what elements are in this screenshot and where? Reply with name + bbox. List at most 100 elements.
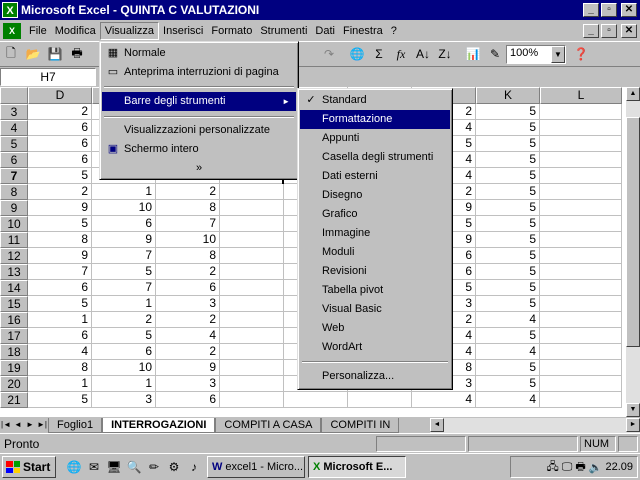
cell-d[interactable]: 6 — [28, 152, 92, 168]
cell-g[interactable] — [220, 360, 284, 376]
cell-l[interactable] — [540, 104, 622, 120]
cell-f[interactable]: 3 — [156, 296, 220, 312]
cell-k[interactable]: 5 — [476, 200, 540, 216]
drawing-icon[interactable]: ✎ — [484, 44, 506, 64]
cell-k[interactable]: 5 — [476, 136, 540, 152]
cell-g[interactable] — [220, 184, 284, 200]
row-header[interactable]: 19 — [0, 360, 28, 376]
row-header[interactable]: 9 — [0, 200, 28, 216]
cell-j[interactable]: 4 — [412, 392, 476, 408]
horizontal-scrollbar[interactable]: ◄ ► — [430, 417, 640, 433]
cell-k[interactable]: 5 — [476, 232, 540, 248]
cell-d[interactable]: 8 — [28, 232, 92, 248]
cell-k[interactable]: 4 — [476, 312, 540, 328]
doc-restore-button[interactable]: ▫ — [601, 23, 617, 38]
task-word-document[interactable]: Wexcel1 - Micro... — [207, 456, 305, 478]
submenu-item-web[interactable]: Web — [300, 319, 450, 338]
cell-d[interactable]: 4 — [28, 344, 92, 360]
cell-l[interactable] — [540, 200, 622, 216]
cell-l[interactable] — [540, 264, 622, 280]
cell-k[interactable]: 5 — [476, 104, 540, 120]
chart-wizard-icon[interactable]: 📊 — [462, 44, 484, 64]
cell-k[interactable]: 5 — [476, 120, 540, 136]
cell-d[interactable]: 6 — [28, 280, 92, 296]
menu-modifica[interactable]: Modifica — [51, 23, 100, 39]
row-header[interactable]: 11 — [0, 232, 28, 248]
cell-d[interactable]: 2 — [28, 104, 92, 120]
task-microsoft-excel[interactable]: X Microsoft E... — [308, 456, 406, 478]
submenu-item-tabella-pivot[interactable]: Tabella pivot — [300, 281, 450, 300]
menu-dati[interactable]: Dati — [311, 23, 339, 39]
col-header-d[interactable]: D — [28, 87, 92, 104]
row-header[interactable]: 4 — [0, 120, 28, 136]
cell-d[interactable]: 9 — [28, 200, 92, 216]
network-icon[interactable]: 🖧 — [547, 458, 559, 477]
cell-i[interactable] — [348, 392, 412, 408]
submenu-item-revisioni[interactable]: Revisioni — [300, 262, 450, 281]
cell-d[interactable]: 5 — [28, 392, 92, 408]
cell-g[interactable] — [220, 200, 284, 216]
scroll-left-icon[interactable]: ◄ — [430, 417, 444, 432]
row-header[interactable]: 10 — [0, 216, 28, 232]
cell-g[interactable] — [220, 312, 284, 328]
select-all-corner[interactable] — [0, 87, 28, 104]
autosum-icon[interactable]: Σ — [368, 44, 390, 64]
cell-k[interactable]: 4 — [476, 392, 540, 408]
cell-g[interactable] — [220, 216, 284, 232]
cell-l[interactable] — [540, 120, 622, 136]
scroll-up-icon[interactable]: ▲ — [626, 87, 640, 101]
vertical-scrollbar[interactable]: ▲ ▼ — [626, 87, 640, 417]
cell-d[interactable]: 1 — [28, 376, 92, 392]
col-header-l[interactable]: L — [540, 87, 622, 104]
cell-f[interactable]: 10 — [156, 232, 220, 248]
menu-finestra[interactable]: Finestra — [339, 23, 387, 39]
menu-file[interactable]: File — [25, 23, 51, 39]
row-header[interactable]: 16 — [0, 312, 28, 328]
cell-l[interactable] — [540, 344, 622, 360]
cell-d[interactable]: 6 — [28, 120, 92, 136]
cell-f[interactable]: 4 — [156, 328, 220, 344]
menu-item-visualizzazioni-personalizzate[interactable]: Visualizzazioni personalizzate — [102, 121, 296, 140]
monitor-icon[interactable]: 🖵 — [562, 461, 573, 474]
close-button[interactable]: ✕ — [621, 3, 637, 17]
doc-close-button[interactable]: ✕ — [621, 23, 637, 38]
submenu-item-personalizza[interactable]: Personalizza... — [300, 367, 450, 386]
cell-e[interactable]: 10 — [92, 200, 156, 216]
pen-icon[interactable]: ✏ — [144, 457, 164, 477]
cell-k[interactable]: 5 — [476, 296, 540, 312]
cell-l[interactable] — [540, 296, 622, 312]
menu-help[interactable]: ? — [387, 23, 401, 39]
cell-e[interactable]: 5 — [92, 264, 156, 280]
cell-e[interactable]: 10 — [92, 360, 156, 376]
cell-e[interactable]: 6 — [92, 216, 156, 232]
cell-g[interactable] — [220, 232, 284, 248]
chevron-down-icon[interactable]: ▼ — [551, 45, 565, 63]
cell-g[interactable] — [220, 248, 284, 264]
menu-item-schermo-intero[interactable]: ▣ Schermo intero — [102, 140, 296, 159]
cell-d[interactable]: 5 — [28, 168, 92, 184]
row-header[interactable]: 17 — [0, 328, 28, 344]
start-button[interactable]: Start — [2, 456, 56, 478]
cell-k[interactable]: 5 — [476, 376, 540, 392]
row-header[interactable]: 15 — [0, 296, 28, 312]
audio-icon[interactable]: ♪ — [184, 457, 204, 477]
maximize-button[interactable]: ▫ — [601, 3, 617, 17]
open-icon[interactable]: 📂 — [22, 44, 44, 64]
cell-e[interactable]: 7 — [92, 280, 156, 296]
cell-f[interactable]: 2 — [156, 344, 220, 360]
outlook-express-icon[interactable]: ✉ — [84, 457, 104, 477]
row-header[interactable]: 13 — [0, 264, 28, 280]
sheet-tab-foglio1[interactable]: Foglio1 — [48, 417, 103, 433]
cell-d[interactable]: 1 — [28, 312, 92, 328]
menu-expand-chevron-icon[interactable]: » — [102, 159, 296, 178]
cell-g[interactable] — [220, 376, 284, 392]
desktop-icon[interactable]: 🖥 — [104, 457, 124, 477]
cell-d[interactable]: 6 — [28, 328, 92, 344]
sheet-tab-compiti-a-casa[interactable]: COMPITI A CASA — [215, 417, 322, 433]
row-header[interactable]: 18 — [0, 344, 28, 360]
minimize-button[interactable]: _ — [583, 3, 599, 17]
cell-d[interactable]: 5 — [28, 216, 92, 232]
cell-f[interactable]: 2 — [156, 312, 220, 328]
cell-d[interactable]: 6 — [28, 136, 92, 152]
menu-strumenti[interactable]: Strumenti — [256, 23, 311, 39]
